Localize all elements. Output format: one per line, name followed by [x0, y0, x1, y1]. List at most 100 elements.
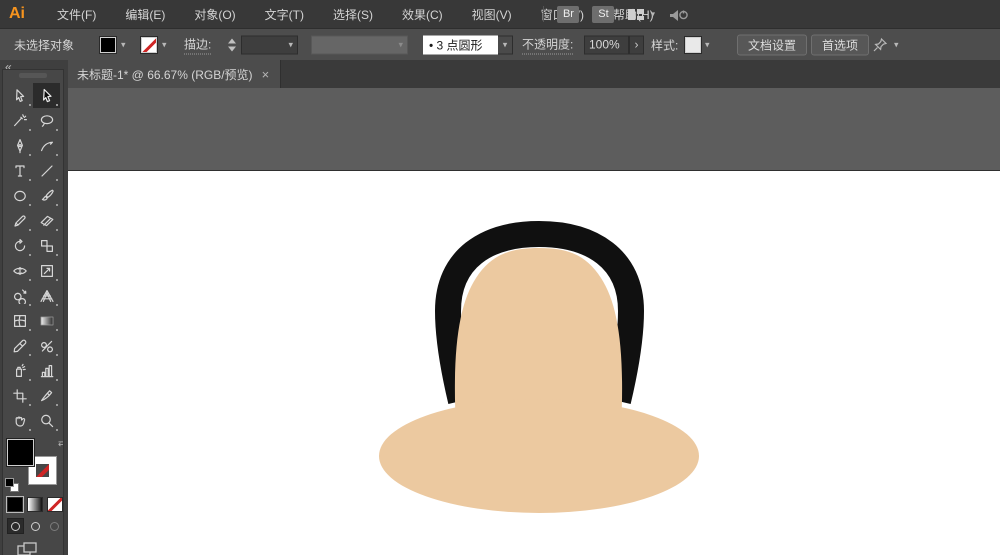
magic-wand-icon — [12, 113, 28, 129]
artboard-tool[interactable] — [6, 383, 33, 408]
fill-color-swatch[interactable] — [7, 439, 34, 466]
stroke-weight-stepper[interactable] — [228, 38, 236, 51]
chevron-down-icon[interactable]: ▾ — [162, 39, 167, 50]
slice-tool[interactable] — [33, 383, 60, 408]
stroke-weight-label[interactable]: 描边: — [184, 35, 211, 54]
style-swatch[interactable] — [685, 37, 701, 53]
menu-item-1[interactable]: 编辑(E) — [119, 4, 171, 25]
none-button[interactable] — [47, 497, 63, 512]
chevron-down-icon[interactable]: ▾ — [705, 39, 710, 50]
opacity-value-field[interactable]: 100% — [584, 35, 629, 54]
stock-button[interactable]: St — [592, 6, 614, 23]
hand-tool[interactable] — [6, 408, 33, 433]
menu-item-6[interactable]: 视图(V) — [466, 4, 518, 25]
tool-panel: ⇄ — [2, 69, 64, 555]
direct-selection-tool[interactable] — [33, 83, 60, 108]
selection-icon — [12, 88, 28, 104]
menu-bar: Ai 文件(F)编辑(E)对象(O)文字(T)选择(S)效果(C)视图(V)窗口… — [0, 0, 1000, 28]
curvature-tool[interactable] — [33, 133, 60, 158]
brush-definition-field[interactable]: • 3 点圆形 — [423, 35, 498, 54]
artboard-icon — [12, 388, 28, 404]
menu-item-5[interactable]: 效果(C) — [396, 4, 449, 25]
blend-tool[interactable] — [33, 333, 60, 358]
draw-normal-icon — [11, 522, 20, 531]
pin-icon[interactable] — [872, 37, 888, 53]
document-setup-button[interactable]: 文档设置 — [737, 34, 807, 55]
preferences-button[interactable]: 首选项 — [811, 34, 869, 55]
color-button[interactable] — [7, 497, 23, 512]
menu-item-0[interactable]: 文件(F) — [51, 4, 102, 25]
lasso-tool[interactable] — [33, 108, 60, 133]
opacity-expand-button[interactable]: › — [629, 35, 644, 54]
body-ellipse-shape[interactable] — [379, 399, 699, 513]
stroke-weight-dropdown[interactable]: ▾ — [241, 35, 298, 54]
chevron-down-icon[interactable]: ▾ — [121, 39, 126, 50]
chevron-down-icon: ▾ — [650, 9, 655, 20]
hand-icon — [12, 413, 28, 429]
pen-tool[interactable] — [6, 133, 33, 158]
ellipse-tool[interactable] — [6, 183, 33, 208]
draw-normal-button[interactable] — [7, 518, 24, 534]
rotate-tool[interactable] — [6, 233, 33, 258]
swap-fill-stroke-icon[interactable]: ⇄ — [58, 438, 64, 449]
type-tool[interactable] — [6, 158, 33, 183]
stepper-down-icon[interactable] — [228, 46, 236, 51]
draw-inside-button[interactable] — [46, 518, 63, 534]
menu-item-4[interactable]: 选择(S) — [327, 4, 379, 25]
close-icon[interactable]: × — [262, 67, 270, 82]
document-tab[interactable]: 未标题-1* @ 66.67% (RGB/预览) × — [66, 60, 281, 88]
fill-color-chip[interactable] — [100, 37, 116, 53]
share-icon[interactable] — [668, 6, 690, 22]
magic-wand-tool[interactable] — [6, 108, 33, 133]
free-transform-icon — [39, 263, 55, 279]
scale-tool[interactable] — [33, 233, 60, 258]
paintbrush-tool[interactable] — [33, 183, 60, 208]
panel-drag-handle[interactable] — [19, 73, 47, 78]
pen-icon — [12, 138, 28, 154]
shape-builder-tool[interactable] — [6, 283, 33, 308]
menu-item-3[interactable]: 文字(T) — [259, 4, 310, 25]
brush-definition-dropdown[interactable]: ▾ — [498, 35, 513, 54]
symbol-sprayer-icon — [12, 363, 28, 379]
gradient-tool[interactable] — [33, 308, 60, 333]
chevron-down-icon[interactable]: ▾ — [894, 39, 899, 50]
line-segment-tool[interactable] — [33, 158, 60, 183]
control-bar: 未选择对象 ▾ ▾ 描边: ▾ ▾ • 3 点圆形 ▾ 不透明度: 100% ›… — [0, 28, 1000, 60]
change-screen-mode-button[interactable] — [17, 542, 37, 555]
stepper-up-icon[interactable] — [228, 38, 236, 43]
mesh-tool[interactable] — [6, 308, 33, 333]
draw-inside-icon — [50, 522, 59, 531]
opacity-label[interactable]: 不透明度: — [522, 35, 573, 54]
slice-icon — [39, 388, 55, 404]
workspace-layout-icon — [627, 8, 645, 21]
illustrator-window: { "menu_bar": { "logo": "Ai", "items": [… — [0, 0, 1000, 555]
eyedropper-tool[interactable] — [6, 333, 33, 358]
artwork — [68, 172, 1000, 555]
column-graph-tool[interactable] — [33, 358, 60, 383]
perspective-grid-icon — [39, 288, 55, 304]
perspective-grid-tool[interactable] — [33, 283, 60, 308]
eraser-tool[interactable] — [33, 208, 60, 233]
selection-tool[interactable] — [6, 83, 33, 108]
tool-grid — [3, 83, 63, 433]
free-transform-tool[interactable] — [33, 258, 60, 283]
shape-builder-icon — [12, 288, 28, 304]
canvas-pasteboard[interactable] — [68, 88, 1000, 555]
default-fill-stroke-icon[interactable] — [5, 478, 19, 492]
curvature-icon — [39, 138, 55, 154]
bridge-button[interactable]: Br — [557, 6, 579, 23]
ellipse-icon — [12, 188, 28, 204]
draw-behind-button[interactable] — [26, 518, 43, 534]
variable-width-profile-dropdown: ▾ — [311, 35, 408, 54]
blend-icon — [39, 338, 55, 354]
stroke-color-chip[interactable] — [141, 37, 157, 53]
gradient-button[interactable] — [27, 497, 43, 512]
draw-behind-icon — [31, 522, 40, 531]
artboard[interactable] — [68, 170, 1000, 555]
pencil-tool[interactable] — [6, 208, 33, 233]
workspace-switcher[interactable]: ▾ — [627, 8, 655, 21]
menu-item-2[interactable]: 对象(O) — [188, 4, 241, 25]
zoom-tool[interactable] — [33, 408, 60, 433]
width-tool[interactable] — [6, 258, 33, 283]
symbol-sprayer-tool[interactable] — [6, 358, 33, 383]
